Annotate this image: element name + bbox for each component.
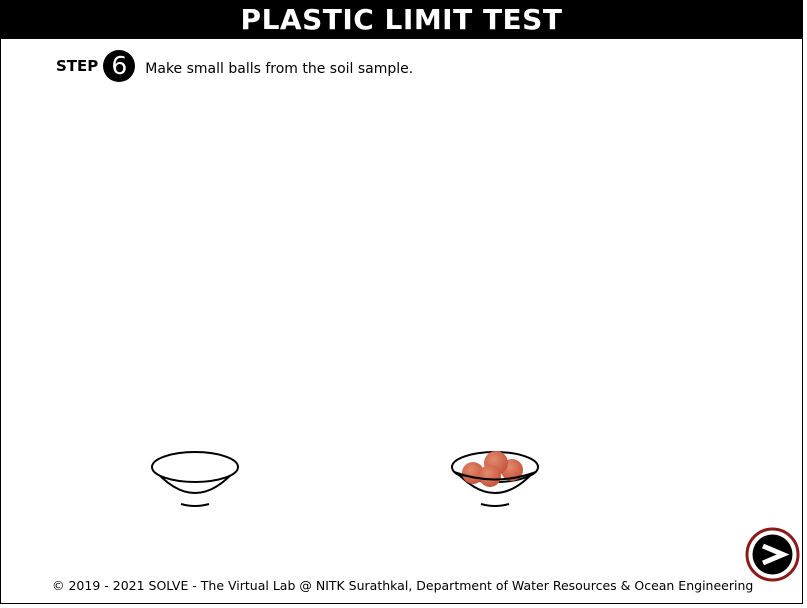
step-instruction-row: STEP 6 Make small balls from the soil sa… bbox=[56, 50, 413, 82]
empty-bowl-icon[interactable] bbox=[149, 447, 241, 509]
bowl-with-soil-balls-icon[interactable] bbox=[449, 449, 541, 511]
soil-ball bbox=[479, 465, 501, 487]
footer-copyright: © 2019 - 2021 SOLVE - The Virtual Lab @ … bbox=[52, 578, 754, 593]
step-number-badge: 6 bbox=[103, 50, 136, 82]
lab-frame bbox=[0, 0, 803, 604]
next-button[interactable] bbox=[745, 527, 800, 582]
step-label: STEP bbox=[56, 57, 99, 75]
page-title: PLASTIC LIMIT TEST bbox=[0, 0, 803, 39]
step-instruction-text: Make small balls from the soil sample. bbox=[145, 60, 414, 77]
